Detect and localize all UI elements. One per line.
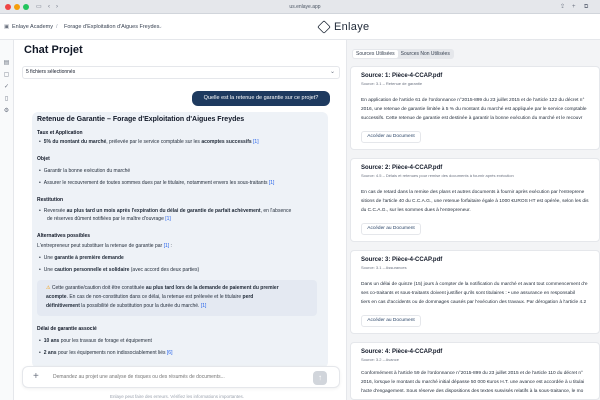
maximize-window-button[interactable] bbox=[23, 4, 29, 10]
chevron-down-icon[interactable]: ⌄ bbox=[158, 24, 163, 31]
citation-link[interactable]: [1] bbox=[253, 139, 259, 145]
source-card: Source: 3: Pièce-4-CCAP.pdf Source: 3.1 … bbox=[350, 250, 600, 334]
page-title: Chat Projet bbox=[24, 44, 83, 56]
section-heading: Objet bbox=[37, 156, 50, 162]
breadcrumb-workspace[interactable]: Enlaye Academy bbox=[12, 24, 53, 31]
section-heading: Restitution bbox=[37, 197, 64, 203]
chat-input[interactable] bbox=[53, 374, 313, 380]
breadcrumb-project[interactable]: Forage d'Exploitation d'Aigues Freydes bbox=[64, 24, 159, 31]
list-item: Assurer le recouvrement de toutes sommes… bbox=[39, 180, 275, 186]
tab-unused-sources[interactable]: Sources Non Utilisées bbox=[398, 50, 453, 58]
breadcrumb-separator: / bbox=[56, 24, 58, 30]
assistant-answer: Retenue de Garantie – Forage d'Exploitat… bbox=[32, 112, 328, 368]
brand: Enlaye bbox=[317, 20, 370, 34]
warning-callout: ⚠ Cette garantie/caution doit être const… bbox=[37, 280, 317, 316]
new-tab-icon[interactable]: + bbox=[572, 3, 576, 11]
disclaimer: Enlaye peut faire des erreurs. Vérifiez … bbox=[110, 394, 245, 399]
citation-link[interactable]: [6] bbox=[167, 350, 173, 356]
section-heading: Alternatives possibles bbox=[37, 233, 91, 239]
file-selector[interactable]: 5 fichiers sélectionnés ⌄ bbox=[22, 66, 340, 79]
paragraph: L'entrepreneur peut substituer la retenu… bbox=[37, 243, 172, 249]
citation-link[interactable]: [1] bbox=[165, 216, 171, 222]
forward-icon[interactable]: › bbox=[56, 3, 58, 11]
source-excerpt: Dans un délai de quinze (15) jours à com… bbox=[361, 282, 588, 287]
open-document-button[interactable]: Accéder au Document bbox=[361, 315, 421, 327]
section-heading: Taux et Application bbox=[37, 130, 83, 136]
open-document-button[interactable]: Accéder au Document bbox=[361, 223, 421, 235]
list-item-continuation: de réserves dûment notifiées par le maît… bbox=[47, 216, 171, 222]
tabs-overview-icon[interactable]: ⧉ bbox=[584, 3, 588, 11]
source-subtitle: Source: 3.1 – Retenue de garantie bbox=[361, 81, 423, 86]
source-excerpt: ses co-traitants et sous-traitants doive… bbox=[361, 291, 576, 296]
open-document-button[interactable]: Accéder au Document bbox=[361, 131, 421, 143]
panel-toggle-icon[interactable]: ▣ bbox=[4, 24, 9, 31]
browser-toolbar: ▭ ‹ › us.enlaye.app ⇪ + ⧉ bbox=[0, 0, 600, 14]
list-item: 10 ans pour les travaux de forage et équ… bbox=[39, 338, 152, 344]
add-attachment-icon[interactable]: + bbox=[33, 372, 39, 382]
warning-icon: ⚠ bbox=[46, 285, 51, 291]
source-excerpt: Conformément à l'article 59 de l'ordonna… bbox=[361, 371, 583, 376]
list-item: Une garantie à première demande bbox=[39, 255, 124, 261]
list-item: Reversée au plus tard un mois après l'ex… bbox=[39, 208, 292, 214]
source-excerpt: du C.C.A.G., sur les sommes dues à l'ent… bbox=[361, 208, 471, 213]
settings-icon[interactable]: ⚙ bbox=[3, 108, 10, 115]
source-subtitle: Source: 3.2 – Avance bbox=[361, 357, 399, 362]
source-title: Source: 3: Pièce-4-CCAP.pdf bbox=[361, 257, 443, 263]
list-item: 2 ans pour les équipements non indissoci… bbox=[39, 350, 173, 356]
citation-link[interactable]: [1] bbox=[164, 243, 170, 249]
source-excerpt: l'acte d'engagement. Sous réserve des di… bbox=[361, 389, 584, 394]
tab-used-sources[interactable]: Sources Utilisées bbox=[353, 50, 398, 58]
share-icon[interactable]: ⇪ bbox=[560, 3, 565, 11]
minimize-window-button[interactable] bbox=[14, 4, 20, 10]
list-item: Garantir la bonne exécution du marché bbox=[39, 168, 130, 174]
source-excerpt: successifs. Cette retenue de garantie es… bbox=[361, 116, 583, 121]
sidebar-toggle-icon[interactable]: ▭ bbox=[36, 3, 42, 11]
source-card: Source: 1: Pièce-4-CCAP.pdf Source: 3.1 … bbox=[350, 66, 600, 150]
source-card: Source: 2: Pièce-4-CCAP.pdf Source: 4.5 … bbox=[350, 158, 600, 242]
source-subtitle: Source: 4.5 – Délais et retenues pour re… bbox=[361, 173, 514, 178]
list-item: 5% du montant du marché, prélevée par le… bbox=[39, 139, 259, 145]
chat-input-bar: + ↑ bbox=[22, 366, 340, 388]
citation-link[interactable]: [1] bbox=[201, 303, 207, 309]
left-rail: ▤ ▢ ✓ ▯ ⚙ bbox=[0, 40, 14, 400]
close-window-button[interactable] bbox=[5, 4, 11, 10]
folder-icon[interactable]: ▢ bbox=[3, 72, 10, 79]
source-card: Source: 4: Pièce-4-CCAP.pdf Source: 3.2 … bbox=[350, 342, 600, 400]
address-bar[interactable]: us.enlaye.app bbox=[270, 2, 340, 12]
enlaye-logo-icon bbox=[317, 20, 331, 34]
source-excerpt: sitions de l'article 40 du C.C.A.G., une… bbox=[361, 199, 589, 204]
sources-tabs: Sources Utilisées Sources Non Utilisées bbox=[352, 49, 454, 59]
check-icon[interactable]: ✓ bbox=[3, 84, 10, 91]
user-message: Quelle est la retenue de garantie sur ce… bbox=[192, 91, 330, 106]
source-title: Source: 4: Pièce-4-CCAP.pdf bbox=[361, 349, 443, 355]
source-excerpt: tiers en cas d'accidents ou de dommages … bbox=[361, 300, 587, 305]
source-title: Source: 1: Pièce-4-CCAP.pdf bbox=[361, 73, 443, 79]
chevron-down-icon: ⌄ bbox=[329, 69, 335, 75]
back-icon[interactable]: ‹ bbox=[48, 3, 50, 11]
file-selector-label: 5 fichiers sélectionnés bbox=[26, 69, 76, 75]
list-item: Une caution personnelle et solidaire (av… bbox=[39, 267, 199, 273]
source-excerpt: 2016, lorsque le montant du marché initi… bbox=[361, 380, 585, 385]
source-subtitle: Source: 3.1 – Assurances bbox=[361, 265, 407, 270]
citation-link[interactable]: [1] bbox=[269, 180, 275, 186]
app-header: ▣ Enlaye Academy / Forage d'Exploitation… bbox=[0, 14, 600, 40]
send-button[interactable]: ↑ bbox=[313, 371, 327, 385]
source-excerpt: 2016, une retenue de garantie limitée à … bbox=[361, 107, 587, 112]
chat-icon[interactable]: ▤ bbox=[3, 60, 10, 67]
section-heading: Délai de garantie associé bbox=[37, 326, 97, 332]
document-icon[interactable]: ▯ bbox=[3, 96, 10, 103]
source-excerpt: En cas de retard dans la remise des plan… bbox=[361, 190, 585, 195]
brand-name: Enlaye bbox=[334, 21, 370, 33]
source-title: Source: 2: Pièce-4-CCAP.pdf bbox=[361, 165, 443, 171]
answer-title: Retenue de Garantie – Forage d'Exploitat… bbox=[37, 116, 245, 123]
source-excerpt: En application de l'article 61 de l'ordo… bbox=[361, 98, 585, 103]
